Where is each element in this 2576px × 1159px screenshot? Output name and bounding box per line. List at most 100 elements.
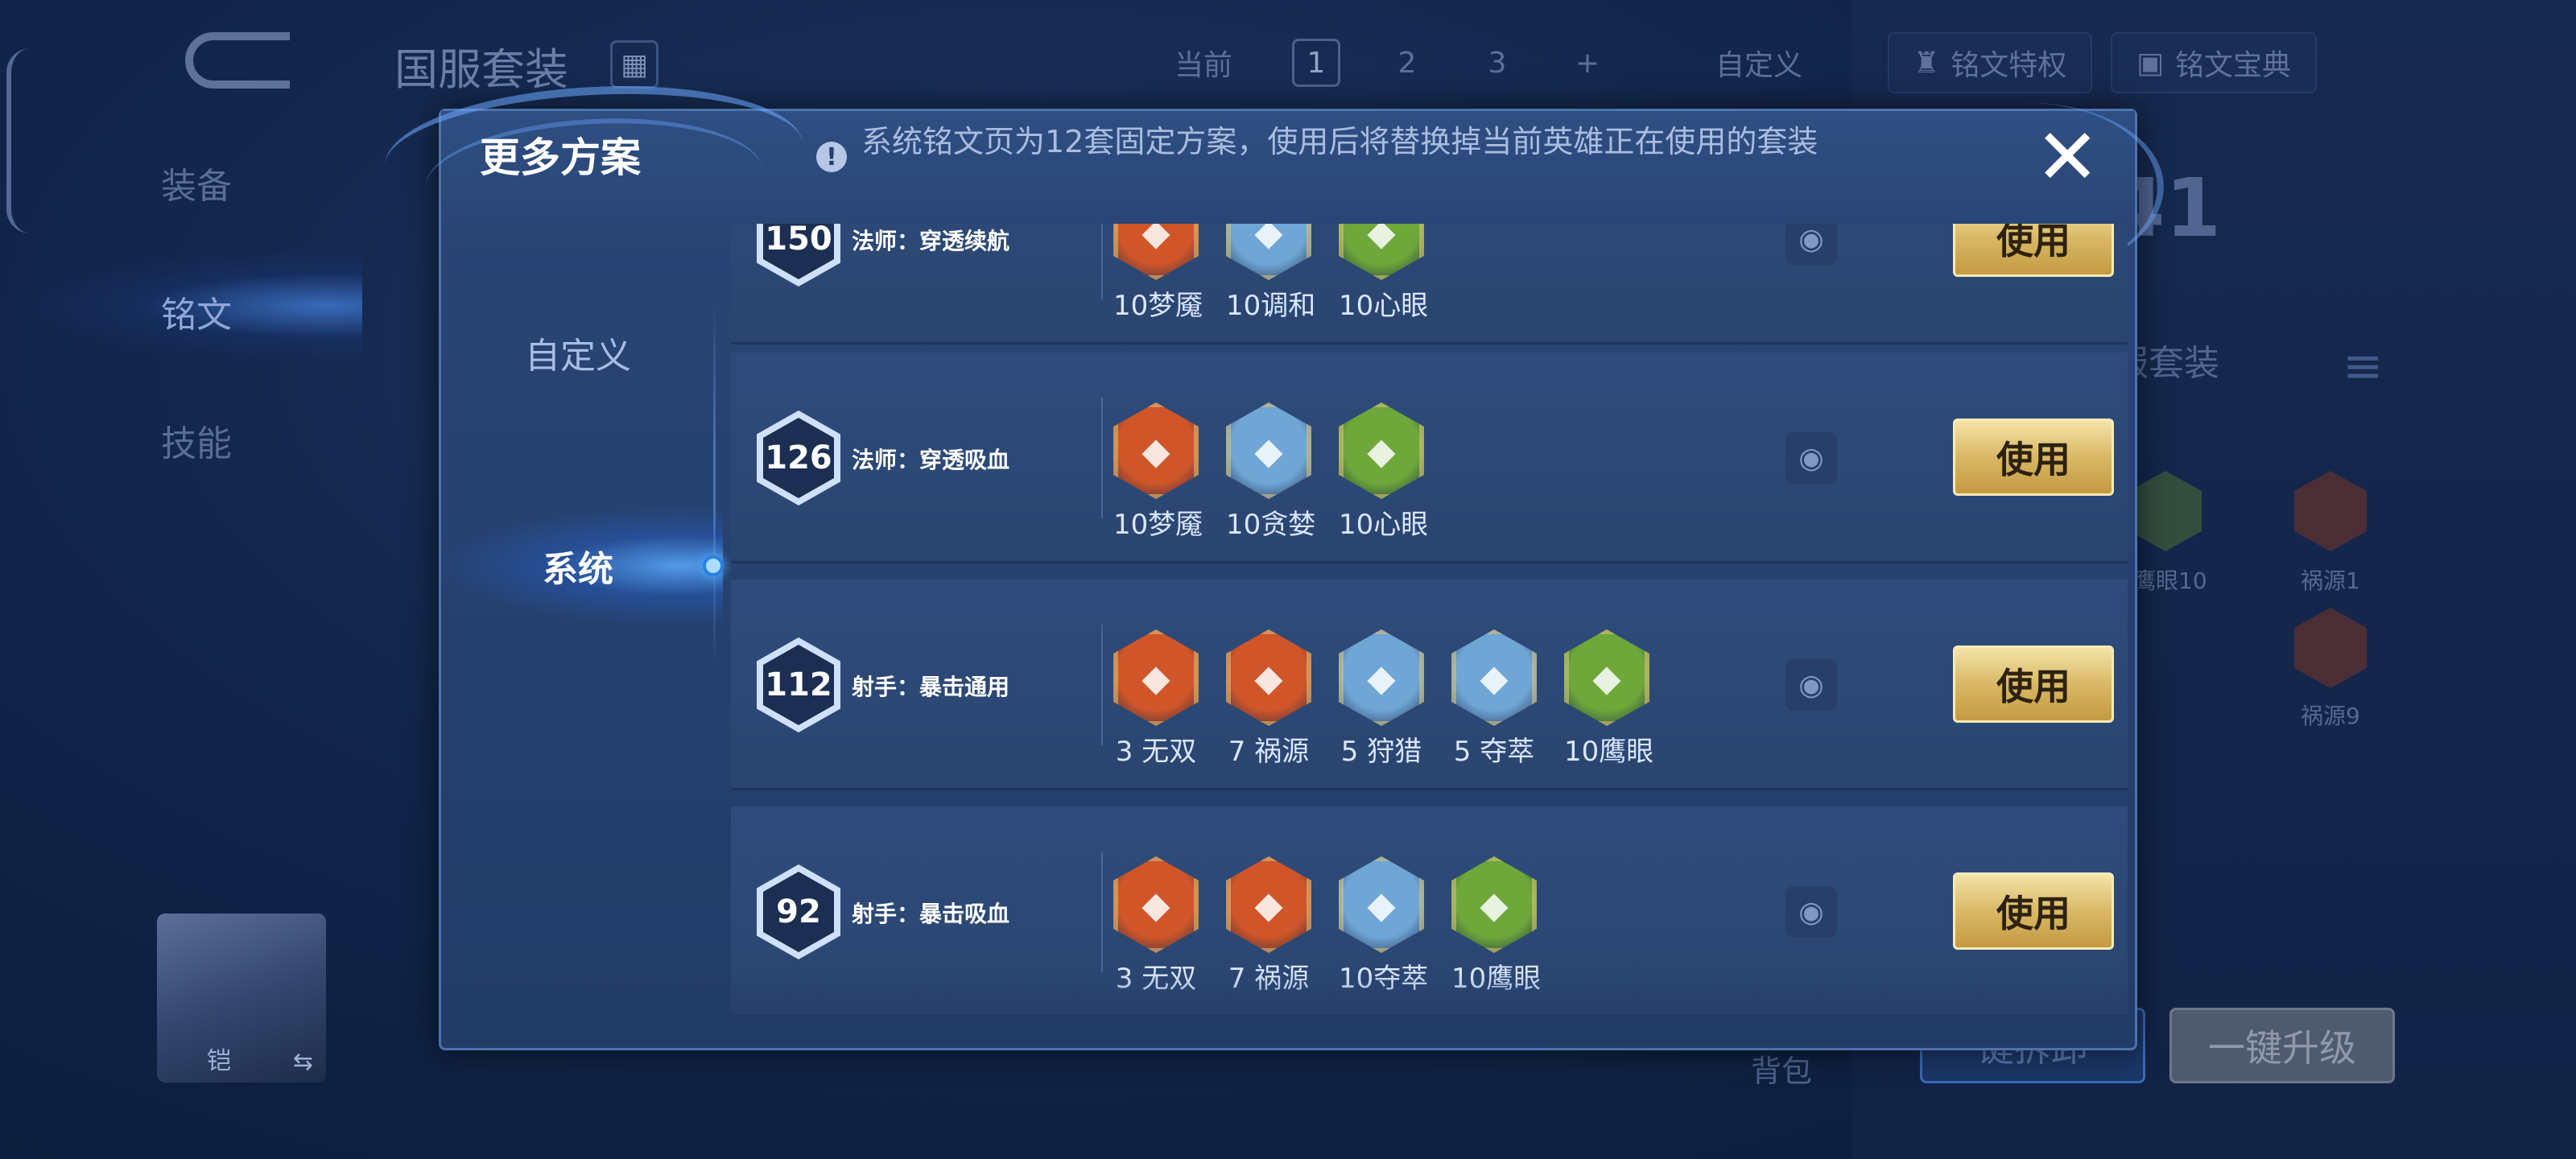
- menu-icon[interactable]: ≡: [2343, 338, 2383, 394]
- calamity-rune-icon: ◆: [1226, 856, 1311, 953]
- greed-rune-icon: ◆: [1226, 402, 1311, 499]
- grid-icon[interactable]: ▦: [610, 40, 658, 89]
- side-rune-label: 鹰眼10: [2133, 567, 2207, 594]
- add-page-button[interactable]: +: [1563, 39, 1612, 87]
- side-rune-label: 祸源9: [2301, 703, 2360, 729]
- swap-icon[interactable]: ⇆: [293, 1048, 313, 1076]
- rune-group: ◆ 10梦魇 ◆ 10贪婪 ◆ 10心眼: [1113, 402, 1429, 542]
- codex-icon: ▣: [2136, 46, 2165, 80]
- eye-icon[interactable]: ◉: [1785, 659, 1837, 711]
- plan-level-badge: 126: [757, 410, 840, 505]
- rune-codex-button[interactable]: ▣ 铭文宝典: [2111, 32, 2318, 93]
- plan-separator: [1101, 852, 1103, 972]
- plan-level: 112: [763, 645, 834, 725]
- rune-label: 7 祸源: [1228, 963, 1310, 995]
- plan-row: 92 射手：暴击吸血 ◆ 3 无双 ◆ 7 祸源 ◆ 10夺萃 ◆ 10鹰眼 ◉ 使用: [731, 806, 2128, 1017]
- close-icon[interactable]: ✕: [2035, 118, 2099, 196]
- rune-label: 10鹰眼: [1564, 736, 1654, 768]
- rune-label: 10夺萃: [1339, 963, 1429, 995]
- active-tab-indicator: [703, 555, 724, 576]
- one-key-upgrade-button[interactable]: 一键升级: [2169, 1008, 2395, 1083]
- plan-name: 法师：穿透续航: [852, 228, 1010, 254]
- left-edge-arc: [6, 48, 31, 233]
- page-tab-2[interactable]: 2: [1383, 39, 1431, 87]
- use-button[interactable]: 使用: [1953, 645, 2114, 723]
- rune-group: ◆ 10梦魇 ◆ 10调和 ◆ 10心眼: [1113, 224, 1428, 323]
- nav-equipment[interactable]: 装备: [161, 157, 232, 208]
- rune-item[interactable]: ◆ 10鹰眼: [1451, 856, 1542, 996]
- rune-item[interactable]: ◆ 10贪婪: [1226, 402, 1315, 542]
- plan-separator: [1101, 398, 1103, 518]
- rune-item[interactable]: ◆ 10心眼: [1339, 224, 1428, 323]
- hero-avatar[interactable]: 铠 ⇆: [157, 914, 326, 1083]
- rune-label: 7 祸源: [1228, 736, 1310, 768]
- rune-item[interactable]: ◆ 10心眼: [1339, 402, 1429, 542]
- background-page-title: 国服套装: [394, 44, 568, 95]
- rune-group: ◆ 3 无双 ◆ 7 祸源 ◆ 5 狩猎 ◆ 5 夺萃 ◆ 10鹰眼: [1113, 629, 1654, 769]
- back-arrow-icon[interactable]: [185, 32, 290, 89]
- rune-item[interactable]: ◆ 3 无双: [1113, 856, 1199, 996]
- hunt-rune-icon: ◆: [1339, 629, 1424, 726]
- rune-item[interactable]: ◆ 10鹰眼: [1564, 629, 1654, 769]
- dialog-title: 更多方案: [480, 134, 641, 181]
- plan-separator: [1101, 625, 1103, 745]
- plan-level: 150: [763, 224, 834, 279]
- harmony-rune-icon: ◆: [1226, 224, 1311, 280]
- rune-item[interactable]: ◆ 7 祸源: [1226, 629, 1311, 769]
- plan-row: 112 射手：暴击通用 ◆ 3 无双 ◆ 7 祸源 ◆ 5 狩猎 ◆ 5 夺萃 ◆ 10鹰眼 ◉ 使用: [731, 580, 2128, 790]
- dream-rune-icon: ◆: [1113, 224, 1199, 280]
- page-tab-3[interactable]: 3: [1473, 39, 1521, 87]
- rune-privilege-button[interactable]: ♜ 铭文特权: [1888, 32, 2093, 93]
- rune-label: 10梦魇: [1113, 509, 1203, 541]
- more-plans-dialog: 更多方案 ! 系统铭文页为12套固定方案，使用后将替换掉当前英雄正在使用的套装 …: [381, 76, 2169, 1050]
- rune-label: 10心眼: [1339, 509, 1429, 541]
- dialog-notice: 系统铭文页为12套固定方案，使用后将替换掉当前英雄正在使用的套装: [861, 124, 1818, 159]
- use-button[interactable]: 使用: [1953, 224, 2114, 277]
- eye-icon[interactable]: ◉: [1785, 224, 1837, 265]
- rune-label: 10梦魇: [1113, 290, 1203, 322]
- rune-item[interactable]: ◆ 5 夺萃: [1451, 629, 1537, 769]
- plan-separator: [1101, 224, 1103, 299]
- rune-item[interactable]: ◆ 10梦魇: [1113, 224, 1203, 323]
- mind-eye-rune-icon: ◆: [1339, 224, 1424, 280]
- rune-group: ◆ 3 无双 ◆ 7 祸源 ◆ 10夺萃 ◆ 10鹰眼: [1113, 856, 1542, 996]
- info-icon: !: [816, 142, 847, 172]
- hawk-eye-rune-icon: ◆: [1451, 856, 1537, 953]
- calamity-rune-icon: ◆: [1226, 629, 1311, 726]
- page-tab-1[interactable]: 1: [1292, 39, 1340, 87]
- current-label: 当前: [1174, 49, 1232, 82]
- rune-item[interactable]: ◆ 10调和: [1226, 224, 1316, 323]
- rune-label: 5 夺萃: [1453, 736, 1535, 768]
- mind-eye-rune-icon: ◆: [1339, 402, 1424, 499]
- hawk-eye-rune-icon: ◆: [1564, 629, 1649, 726]
- tab-system[interactable]: 系统: [441, 522, 715, 610]
- dream-rune-icon: ◆: [1113, 402, 1199, 499]
- rune-item[interactable]: ◆ 7 祸源: [1226, 856, 1311, 996]
- rune-label: 3 无双: [1115, 736, 1197, 768]
- eye-icon[interactable]: ◉: [1785, 886, 1837, 938]
- plunder-rune-icon: ◆: [1451, 629, 1537, 726]
- custom-label[interactable]: 自定义: [1699, 39, 1819, 87]
- plan-type-tabs: 自定义 系统: [433, 224, 724, 1049]
- use-button[interactable]: 使用: [1953, 872, 2114, 950]
- rune-label: 10鹰眼: [1451, 963, 1542, 995]
- rune-item[interactable]: ◆ 10梦魇: [1113, 402, 1203, 542]
- book-icon: ♜: [1913, 46, 1940, 80]
- rune-label: 10调和: [1226, 290, 1316, 322]
- plan-level: 126: [763, 418, 834, 498]
- rune-item[interactable]: ◆ 3 无双: [1113, 629, 1199, 769]
- eye-icon[interactable]: ◉: [1785, 432, 1837, 484]
- use-button[interactable]: 使用: [1953, 419, 2114, 496]
- rune-item[interactable]: ◆ 5 狩猎: [1339, 629, 1424, 769]
- bag-label[interactable]: 背包: [1751, 1046, 1812, 1091]
- plan-name: 法师：穿透吸血: [852, 447, 1010, 473]
- plan-name: 射手：暴击通用: [852, 674, 1010, 700]
- rune-label: 3 无双: [1115, 963, 1197, 995]
- nav-skills[interactable]: 技能: [161, 415, 232, 466]
- plan-list[interactable]: 150 法师：穿透续航 ◆ 10梦魇 ◆ 10调和 ◆ 10心眼 ◉ 使用 126 法师：穿透吸血 ◆ 1…: [731, 224, 2128, 1045]
- tab-custom[interactable]: 自定义: [441, 308, 715, 397]
- plan-level-badge: 150: [757, 224, 840, 287]
- rune-item[interactable]: ◆ 10夺萃: [1339, 856, 1429, 996]
- plan-level: 92: [763, 872, 834, 952]
- nav-runes[interactable]: 铭文: [161, 286, 232, 337]
